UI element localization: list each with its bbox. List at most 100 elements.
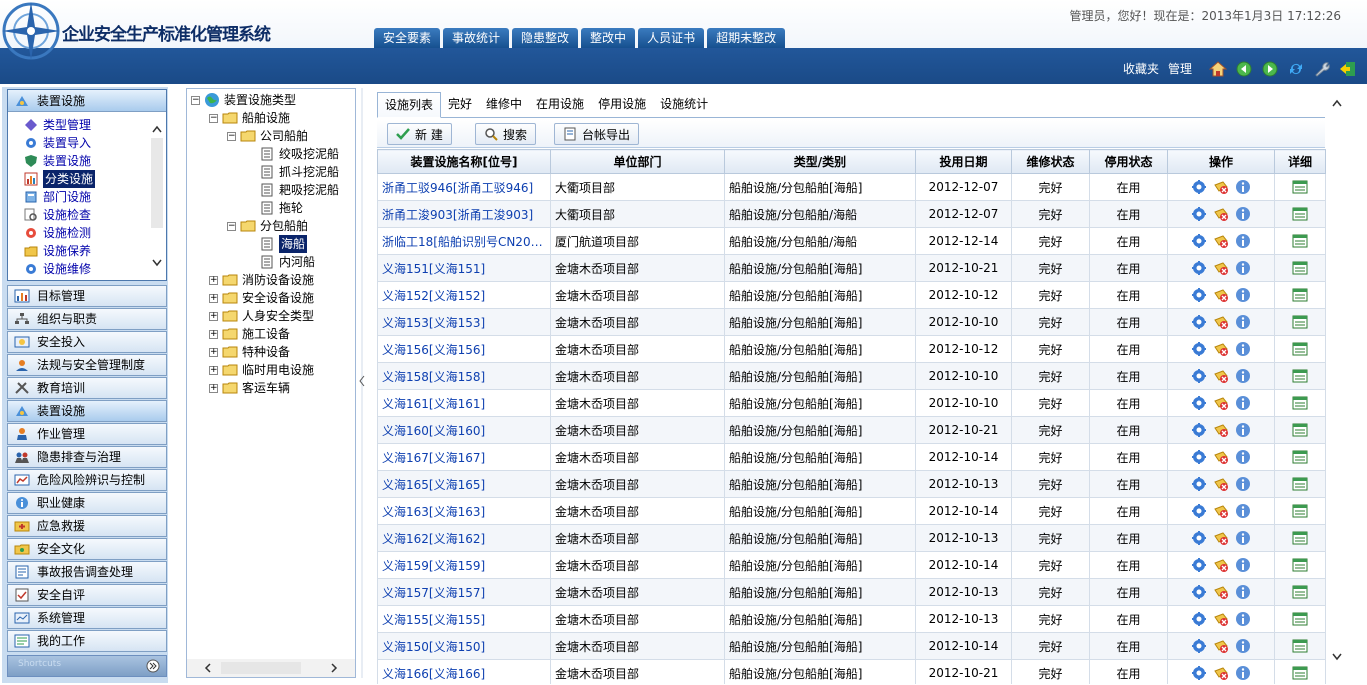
expand-icon[interactable]: + <box>209 275 218 285</box>
tree-leaf-cutter-suction-dredger[interactable]: 绞吸挖泥船 <box>261 145 339 163</box>
edit-gear-icon[interactable] <box>1191 611 1207 627</box>
delete-icon[interactable] <box>1213 557 1229 573</box>
section-header-devices[interactable]: 装置设施 <box>8 90 166 112</box>
menu-risk-control[interactable]: 危险风险辨识与控制 <box>7 469 167 491</box>
info-icon[interactable] <box>1235 476 1251 492</box>
menu-accident-report[interactable]: 事故报告调查处理 <box>7 561 167 583</box>
cell-name[interactable]: 义海159[义海159] <box>377 551 551 579</box>
menu-emergency-rescue[interactable]: 应急救援 <box>7 515 167 537</box>
table-row[interactable]: 义海158[义海158] 金塘木岙项目部 船舶设施/分包船舶[海船] 2012-10-… <box>377 362 1326 390</box>
edit-gear-icon[interactable] <box>1191 206 1207 222</box>
cell-name[interactable]: 义海162[义海162] <box>377 524 551 552</box>
detail-list-icon[interactable] <box>1292 557 1308 573</box>
delete-icon[interactable] <box>1213 611 1229 627</box>
menu-safety-investment[interactable]: 安全投入 <box>7 331 167 353</box>
tree-node-company-ships[interactable]: − 公司船舶 <box>227 127 308 145</box>
tab-out-of-service[interactable]: 停用设施 <box>591 92 653 117</box>
detail-list-icon[interactable] <box>1292 395 1308 411</box>
table-row[interactable]: 浙甬工浚903[浙甬工浚903] 大衢项目部 船舶设施/分包船舶/海船 2012-12… <box>377 200 1326 228</box>
table-row[interactable]: 浙甬工驳946[浙甬工驳946] 大衢项目部 船舶设施/分包船舶[海船] 2012-1… <box>377 173 1326 201</box>
scroll-thumb[interactable] <box>221 662 301 674</box>
delete-icon[interactable] <box>1213 260 1229 276</box>
edit-gear-icon[interactable] <box>1191 422 1207 438</box>
wrench-icon[interactable] <box>1313 61 1331 77</box>
subitem-scrollbar[interactable] <box>150 120 164 270</box>
tree-leaf-tugboat[interactable]: 拖轮 <box>261 199 303 217</box>
table-row[interactable]: 义海165[义海165] 金塘木岙项目部 船舶设施/分包船舶[海船] 2012-10-… <box>377 470 1326 498</box>
table-row[interactable]: 义海157[义海157] 金塘木岙项目部 船舶设施/分包船舶[海船] 2012-10-… <box>377 578 1326 606</box>
cell-name[interactable]: 义海152[义海152] <box>377 281 551 309</box>
table-row[interactable]: 义海151[义海151] 金塘木岙项目部 船舶设施/分包船舶[海船] 2012-10-… <box>377 254 1326 282</box>
tree-node-construction-equipment[interactable]: + 施工设备 <box>209 325 290 343</box>
top-tab-accident-stats[interactable]: 事故统计 <box>443 28 510 48</box>
delete-icon[interactable] <box>1213 233 1229 249</box>
detail-list-icon[interactable] <box>1292 638 1308 654</box>
expand-icon[interactable]: + <box>209 329 218 339</box>
table-row[interactable]: 义海153[义海153] 金塘木岙项目部 船舶设施/分包船舶[海船] 2012-10-… <box>377 308 1326 336</box>
detail-list-icon[interactable] <box>1292 665 1308 681</box>
tree-node-special-equipment[interactable]: + 特种设备 <box>209 343 290 361</box>
sub-item-type-management[interactable]: 类型管理 <box>24 116 150 134</box>
cell-name[interactable]: 义海167[义海167] <box>377 443 551 471</box>
expand-icon[interactable]: + <box>209 365 218 375</box>
cell-name[interactable]: 浙临工18[船舶识别号CN20101] <box>377 227 551 255</box>
expand-icon[interactable]: + <box>209 311 218 321</box>
menu-occupational-health[interactable]: 职业健康 <box>7 492 167 514</box>
menu-organization[interactable]: 组织与职责 <box>7 308 167 330</box>
sub-item-import[interactable]: 装置导入 <box>24 134 150 152</box>
sub-item-repair[interactable]: 设施维修 <box>24 260 150 278</box>
top-tab-safety-elements[interactable]: 安全要素 <box>374 28 441 48</box>
delete-icon[interactable] <box>1213 584 1229 600</box>
tab-statistics[interactable]: 设施统计 <box>653 92 715 117</box>
info-icon[interactable] <box>1235 260 1251 276</box>
edit-gear-icon[interactable] <box>1191 395 1207 411</box>
table-row[interactable]: 义海162[义海162] 金塘木岙项目部 船舶设施/分包船舶[海船] 2012-10-… <box>377 524 1326 552</box>
col-department[interactable]: 单位部门 <box>550 149 725 174</box>
cell-name[interactable]: 义海158[义海158] <box>377 362 551 390</box>
collapse-icon[interactable]: − <box>227 221 236 231</box>
detail-list-icon[interactable] <box>1292 422 1308 438</box>
cell-name[interactable]: 义海156[义海156] <box>377 335 551 363</box>
delete-icon[interactable] <box>1213 530 1229 546</box>
top-tab-hazard-rectify[interactable]: 隐患整改 <box>512 28 579 48</box>
top-tab-overdue[interactable]: 超期未整改 <box>707 28 786 48</box>
collapse-icon[interactable]: − <box>227 131 236 141</box>
delete-icon[interactable] <box>1213 368 1229 384</box>
expand-icon[interactable]: + <box>209 383 218 393</box>
info-icon[interactable] <box>1235 422 1251 438</box>
detail-list-icon[interactable] <box>1292 314 1308 330</box>
exit-icon[interactable] <box>1339 61 1357 77</box>
tab-good[interactable]: 完好 <box>441 92 479 117</box>
detail-list-icon[interactable] <box>1292 503 1308 519</box>
cell-name[interactable]: 义海151[义海151] <box>377 254 551 282</box>
detail-list-icon[interactable] <box>1292 260 1308 276</box>
tree-leaf-trailing-suction-dredger[interactable]: 耙吸挖泥船 <box>261 181 339 199</box>
delete-icon[interactable] <box>1213 395 1229 411</box>
cell-name[interactable]: 义海166[义海166] <box>377 659 551 684</box>
col-name[interactable]: 装置设施名称[位号] <box>377 149 551 174</box>
info-icon[interactable] <box>1235 287 1251 303</box>
tab-under-repair[interactable]: 维修中 <box>479 92 529 117</box>
detail-list-icon[interactable] <box>1292 341 1308 357</box>
delete-icon[interactable] <box>1213 503 1229 519</box>
forward-icon[interactable] <box>1261 61 1279 77</box>
delete-icon[interactable] <box>1213 179 1229 195</box>
sidebar-footer[interactable]: Shortcuts <box>7 655 167 677</box>
tree-node-subcontract-ships[interactable]: − 分包船舶 <box>227 217 308 235</box>
menu-safety-culture[interactable]: 安全文化 <box>7 538 167 560</box>
edit-gear-icon[interactable] <box>1191 530 1207 546</box>
col-service-status[interactable]: 停用状态 <box>1089 149 1168 174</box>
sub-item-inspection[interactable]: 设施检查 <box>24 206 150 224</box>
info-icon[interactable] <box>1235 233 1251 249</box>
detail-list-icon[interactable] <box>1292 584 1308 600</box>
info-icon[interactable] <box>1235 584 1251 600</box>
sub-item-devices[interactable]: 装置设施 <box>24 152 150 170</box>
detail-list-icon[interactable] <box>1292 368 1308 384</box>
back-icon[interactable] <box>1235 61 1253 77</box>
cell-name[interactable]: 义海163[义海163] <box>377 497 551 525</box>
cell-name[interactable]: 义海153[义海153] <box>377 308 551 336</box>
delete-icon[interactable] <box>1213 287 1229 303</box>
info-icon[interactable] <box>1235 557 1251 573</box>
edit-gear-icon[interactable] <box>1191 503 1207 519</box>
delete-icon[interactable] <box>1213 476 1229 492</box>
